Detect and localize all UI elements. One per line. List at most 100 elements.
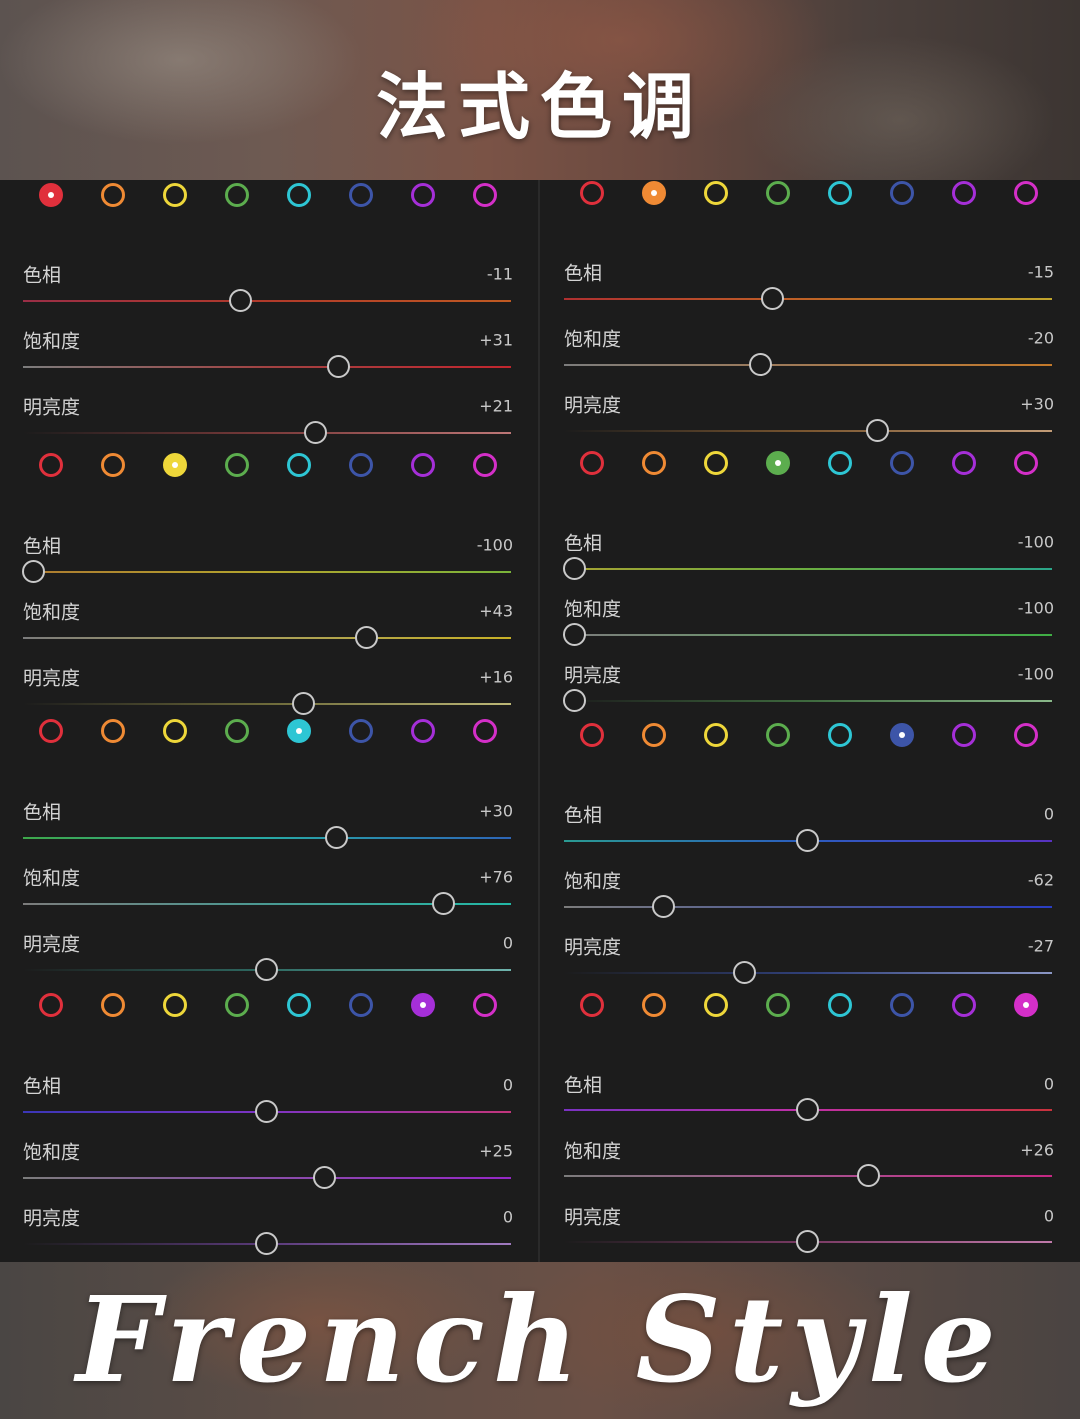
color-swatch-green[interactable] [225, 719, 249, 743]
color-swatch-orange[interactable] [642, 993, 666, 1017]
saturation-slider-track[interactable] [23, 637, 511, 639]
color-swatch-aqua[interactable] [828, 993, 852, 1017]
saturation-slider-track[interactable] [23, 1177, 511, 1179]
color-swatch-blue[interactable] [349, 453, 373, 477]
luminance-slider-thumb[interactable] [292, 692, 316, 715]
color-swatch-aqua[interactable] [828, 723, 852, 747]
color-swatch-magenta[interactable] [1014, 723, 1038, 747]
color-swatch-yellow[interactable] [163, 453, 187, 477]
color-swatch-orange[interactable] [101, 993, 125, 1017]
saturation-slider-thumb[interactable] [856, 1164, 880, 1187]
color-swatch-orange[interactable] [101, 183, 125, 207]
color-swatch-blue[interactable] [349, 719, 373, 743]
color-swatch-green[interactable] [766, 993, 790, 1017]
color-swatch-purple[interactable] [952, 181, 976, 205]
saturation-slider-thumb[interactable] [563, 623, 586, 646]
hue-slider-track[interactable] [23, 571, 511, 573]
color-swatch-red[interactable] [580, 723, 604, 747]
luminance-slider-thumb[interactable] [255, 1232, 278, 1255]
color-swatch-purple[interactable] [952, 993, 976, 1017]
color-swatch-yellow[interactable] [163, 183, 187, 207]
hue-slider-thumb[interactable] [255, 1100, 278, 1123]
saturation-slider-track[interactable] [23, 366, 511, 368]
color-swatch-orange[interactable] [642, 181, 666, 205]
color-swatch-green[interactable] [225, 453, 249, 477]
color-swatch-red[interactable] [39, 183, 63, 207]
color-swatch-yellow[interactable] [163, 993, 187, 1017]
color-swatch-purple[interactable] [952, 723, 976, 747]
hue-slider-thumb[interactable] [796, 829, 819, 852]
luminance-slider-track[interactable] [23, 432, 511, 434]
color-swatch-orange[interactable] [642, 723, 666, 747]
hue-slider-thumb[interactable] [761, 287, 785, 310]
color-swatch-blue[interactable] [890, 451, 914, 475]
hue-slider-thumb[interactable] [563, 557, 586, 580]
color-swatch-green[interactable] [225, 183, 249, 207]
color-swatch-magenta[interactable] [1014, 181, 1038, 205]
color-swatch-red[interactable] [580, 993, 604, 1017]
saturation-slider-thumb[interactable] [432, 892, 456, 915]
luminance-slider-track[interactable] [564, 430, 1052, 432]
color-swatch-yellow[interactable] [704, 181, 728, 205]
color-swatch-blue[interactable] [890, 723, 914, 747]
color-swatch-magenta[interactable] [473, 719, 497, 743]
color-swatch-magenta[interactable] [1014, 993, 1038, 1017]
color-swatch-magenta[interactable] [473, 183, 497, 207]
luminance-slider-thumb[interactable] [303, 421, 327, 444]
color-swatch-yellow[interactable] [704, 993, 728, 1017]
color-swatch-red[interactable] [39, 719, 63, 743]
saturation-slider-track[interactable] [564, 634, 1052, 636]
luminance-slider-track[interactable] [564, 972, 1052, 974]
luminance-slider-track[interactable] [564, 700, 1052, 702]
color-swatch-magenta[interactable] [473, 453, 497, 477]
color-swatch-yellow[interactable] [704, 451, 728, 475]
color-swatch-purple[interactable] [411, 719, 435, 743]
color-swatch-aqua[interactable] [828, 451, 852, 475]
luminance-slider-track[interactable] [23, 703, 511, 705]
color-swatch-orange[interactable] [101, 719, 125, 743]
saturation-slider-thumb[interactable] [313, 1166, 337, 1189]
color-swatch-aqua[interactable] [287, 183, 311, 207]
color-swatch-aqua[interactable] [828, 181, 852, 205]
saturation-slider-thumb[interactable] [651, 895, 675, 918]
color-swatch-yellow[interactable] [163, 719, 187, 743]
luminance-slider-thumb[interactable] [563, 689, 586, 712]
color-swatch-green[interactable] [766, 723, 790, 747]
color-swatch-red[interactable] [580, 181, 604, 205]
saturation-slider-thumb[interactable] [327, 355, 351, 378]
color-swatch-magenta[interactable] [1014, 451, 1038, 475]
hue-slider-track[interactable] [564, 298, 1052, 300]
hue-slider-track[interactable] [23, 837, 511, 839]
saturation-slider-track[interactable] [564, 1175, 1052, 1177]
color-swatch-green[interactable] [225, 993, 249, 1017]
hue-slider-thumb[interactable] [796, 1098, 819, 1121]
color-swatch-magenta[interactable] [473, 993, 497, 1017]
color-swatch-green[interactable] [766, 451, 790, 475]
color-swatch-aqua[interactable] [287, 993, 311, 1017]
color-swatch-orange[interactable] [642, 451, 666, 475]
color-swatch-purple[interactable] [952, 451, 976, 475]
color-swatch-red[interactable] [39, 993, 63, 1017]
color-swatch-blue[interactable] [890, 181, 914, 205]
color-swatch-red[interactable] [580, 451, 604, 475]
color-swatch-blue[interactable] [890, 993, 914, 1017]
luminance-slider-thumb[interactable] [796, 1230, 819, 1253]
color-swatch-blue[interactable] [349, 183, 373, 207]
hue-slider-thumb[interactable] [22, 560, 45, 583]
saturation-slider-track[interactable] [564, 906, 1052, 908]
color-swatch-orange[interactable] [101, 453, 125, 477]
saturation-slider-thumb[interactable] [355, 626, 379, 649]
saturation-slider-track[interactable] [564, 364, 1052, 366]
color-swatch-yellow[interactable] [704, 723, 728, 747]
color-swatch-red[interactable] [39, 453, 63, 477]
color-swatch-purple[interactable] [411, 993, 435, 1017]
hue-slider-thumb[interactable] [229, 289, 253, 312]
saturation-slider-thumb[interactable] [749, 353, 773, 376]
color-swatch-green[interactable] [766, 181, 790, 205]
hue-slider-track[interactable] [23, 300, 511, 302]
luminance-slider-thumb[interactable] [255, 958, 278, 981]
color-swatch-blue[interactable] [349, 993, 373, 1017]
color-swatch-aqua[interactable] [287, 719, 311, 743]
hue-slider-track[interactable] [564, 568, 1052, 570]
color-swatch-purple[interactable] [411, 453, 435, 477]
